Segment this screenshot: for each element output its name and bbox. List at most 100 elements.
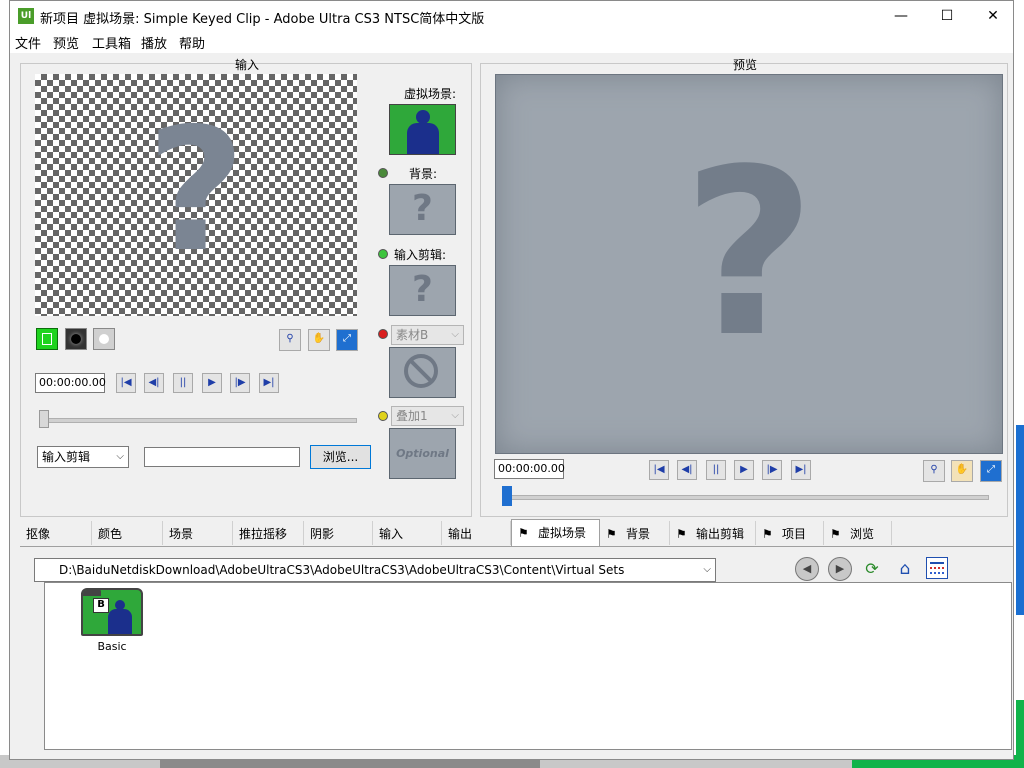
- step-forward-icon[interactable]: |▶: [230, 373, 250, 393]
- tab-input[interactable]: 输入: [373, 521, 442, 545]
- zoom-icon[interactable]: ⚲: [279, 329, 301, 351]
- list-item[interactable]: B Basic: [79, 588, 145, 658]
- tab-scene[interactable]: 场景: [163, 521, 233, 545]
- preview-panel: 预览 ? 00:00:00.00 |◀ ◀| || ▶ |▶ ▶| ⚲ ✋ ⤢: [480, 58, 1008, 517]
- question-mark-icon: ?: [412, 269, 433, 310]
- input-path-field[interactable]: [144, 447, 300, 467]
- tab-background-label: 背景: [626, 527, 651, 541]
- folder-thumbnail: B: [81, 588, 143, 636]
- background-status-led: [378, 168, 388, 178]
- title-bar: Ul 新项目 虚拟场景: Simple Keyed Clip - Adobe U…: [10, 1, 1013, 31]
- menu-file[interactable]: 文件: [15, 33, 41, 52]
- question-mark-icon: ?: [146, 92, 246, 290]
- preview-viewer[interactable]: ?: [495, 74, 1003, 454]
- optional-label: Optional: [396, 447, 449, 460]
- virtual-scene-browser: D:\BaiduNetdiskDownload\AdobeUltraCS3\Ad…: [20, 546, 1013, 752]
- key-mode-black-button[interactable]: [65, 328, 87, 350]
- input-panel-title: 输入: [234, 58, 259, 72]
- maximize-button[interactable]: ☐: [924, 1, 970, 31]
- input-scrub-track[interactable]: [39, 418, 357, 423]
- input-source-select[interactable]: 输入剪辑 ⌵: [37, 446, 129, 468]
- material-thumbnail[interactable]: [389, 347, 456, 398]
- key-mode-green-button[interactable]: [36, 328, 58, 350]
- tab-project[interactable]: ⚑ 项目: [756, 521, 824, 545]
- background-thumbnail[interactable]: ?: [389, 184, 456, 235]
- menu-preview[interactable]: 预览: [53, 33, 79, 52]
- hand-icon[interactable]: ✋: [951, 460, 973, 482]
- tab-shadow[interactable]: 阴影: [304, 521, 373, 545]
- go-to-end-icon[interactable]: ▶|: [259, 373, 279, 393]
- app-icon: Ul: [18, 8, 34, 24]
- file-list: B Basic: [44, 582, 1012, 750]
- tab-browse[interactable]: ⚑ 浏览: [824, 521, 892, 545]
- go-to-start-icon[interactable]: |◀: [116, 373, 136, 393]
- tab-virtual-scene[interactable]: ⚑ 虚拟场景: [511, 519, 600, 547]
- input-clip-status-led: [378, 249, 388, 259]
- pause-icon[interactable]: ||: [706, 460, 726, 480]
- chevron-down-icon: ⌵: [703, 564, 711, 575]
- pause-icon[interactable]: ||: [173, 373, 193, 393]
- go-to-end-icon[interactable]: ▶|: [791, 460, 811, 480]
- flag-icon: ⚑: [606, 527, 617, 541]
- go-to-start-icon[interactable]: |◀: [649, 460, 669, 480]
- menu-help[interactable]: 帮助: [179, 33, 205, 52]
- chevron-down-icon: ⌵: [451, 329, 459, 340]
- preview-panel-title: 预览: [732, 58, 757, 72]
- preview-scrub-handle[interactable]: [502, 486, 512, 506]
- path-select[interactable]: D:\BaiduNetdiskDownload\AdobeUltraCS3\Ad…: [34, 558, 716, 582]
- tab-project-label: 项目: [782, 527, 807, 541]
- tab-background[interactable]: ⚑ 背景: [600, 521, 670, 545]
- play-icon[interactable]: ▶: [734, 460, 754, 480]
- tab-pan-zoom[interactable]: 推拉摇移: [233, 521, 304, 545]
- main-window: Ul 新项目 虚拟场景: Simple Keyed Clip - Adobe U…: [9, 0, 1014, 760]
- grid-view-icon[interactable]: [926, 557, 948, 579]
- chevron-down-icon: ⌵: [116, 451, 124, 462]
- zoom-icon[interactable]: ⚲: [923, 460, 945, 482]
- fit-view-icon[interactable]: ⤢: [980, 460, 1002, 482]
- play-icon[interactable]: ▶: [202, 373, 222, 393]
- step-forward-icon[interactable]: |▶: [762, 460, 782, 480]
- virtual-scene-thumbnail[interactable]: [389, 104, 456, 155]
- menu-playback[interactable]: 播放: [141, 33, 167, 52]
- input-scrub-handle[interactable]: [39, 410, 49, 428]
- overlay-select-value: 叠加1: [396, 409, 428, 423]
- question-mark-icon: ?: [682, 121, 816, 388]
- key-mode-white-button[interactable]: [93, 328, 115, 350]
- overlay-thumbnail[interactable]: Optional: [389, 428, 456, 479]
- back-icon[interactable]: ◀: [795, 557, 819, 581]
- menu-bar: 文件 预览 工具箱 播放 帮助: [10, 31, 1013, 53]
- step-back-icon[interactable]: ◀|: [677, 460, 697, 480]
- tab-keying[interactable]: 抠像: [20, 521, 92, 545]
- close-button[interactable]: ✕: [970, 1, 1016, 31]
- flag-icon: ⚑: [830, 527, 841, 541]
- hand-icon[interactable]: ✋: [308, 329, 330, 351]
- path-select-value: D:\BaiduNetdiskDownload\AdobeUltraCS3\Ad…: [59, 563, 625, 577]
- browse-button[interactable]: 浏览...: [310, 445, 371, 469]
- flag-icon: ⚑: [518, 526, 529, 540]
- input-clip-thumbnail[interactable]: ?: [389, 265, 456, 316]
- minimize-button[interactable]: —: [878, 1, 924, 31]
- virtual-scene-label: 虚拟场景:: [403, 87, 457, 101]
- tab-output-clip-label: 输出剪辑: [696, 527, 745, 541]
- window-title: 新项目 虚拟场景: Simple Keyed Clip - Adobe Ultr…: [40, 12, 485, 27]
- tab-output-clip[interactable]: ⚑ 输出剪辑: [670, 521, 756, 545]
- home-icon[interactable]: ⌂: [893, 557, 917, 581]
- forward-icon[interactable]: ▶: [828, 557, 852, 581]
- preview-scrub-track[interactable]: [505, 495, 989, 500]
- input-clip-label: 输入剪辑:: [394, 248, 447, 262]
- tab-color[interactable]: 颜色: [92, 521, 163, 545]
- badge: B: [93, 598, 109, 613]
- preview-timecode[interactable]: 00:00:00.00: [494, 459, 565, 479]
- material-select[interactable]: 素材B ⌵: [391, 325, 464, 345]
- prohibited-icon: [404, 354, 438, 388]
- overlay-select[interactable]: 叠加1 ⌵: [391, 406, 464, 426]
- tab-output[interactable]: 输出: [442, 521, 511, 545]
- refresh-icon[interactable]: ⟳: [860, 557, 884, 581]
- input-viewer[interactable]: ?: [35, 74, 357, 316]
- step-back-icon[interactable]: ◀|: [144, 373, 164, 393]
- background-label: 背景:: [408, 167, 438, 181]
- menu-toolbox[interactable]: 工具箱: [92, 33, 131, 52]
- material-status-led: [378, 329, 388, 339]
- fit-view-icon[interactable]: ⤢: [336, 329, 358, 351]
- input-timecode[interactable]: 00:00:00.00: [35, 373, 106, 393]
